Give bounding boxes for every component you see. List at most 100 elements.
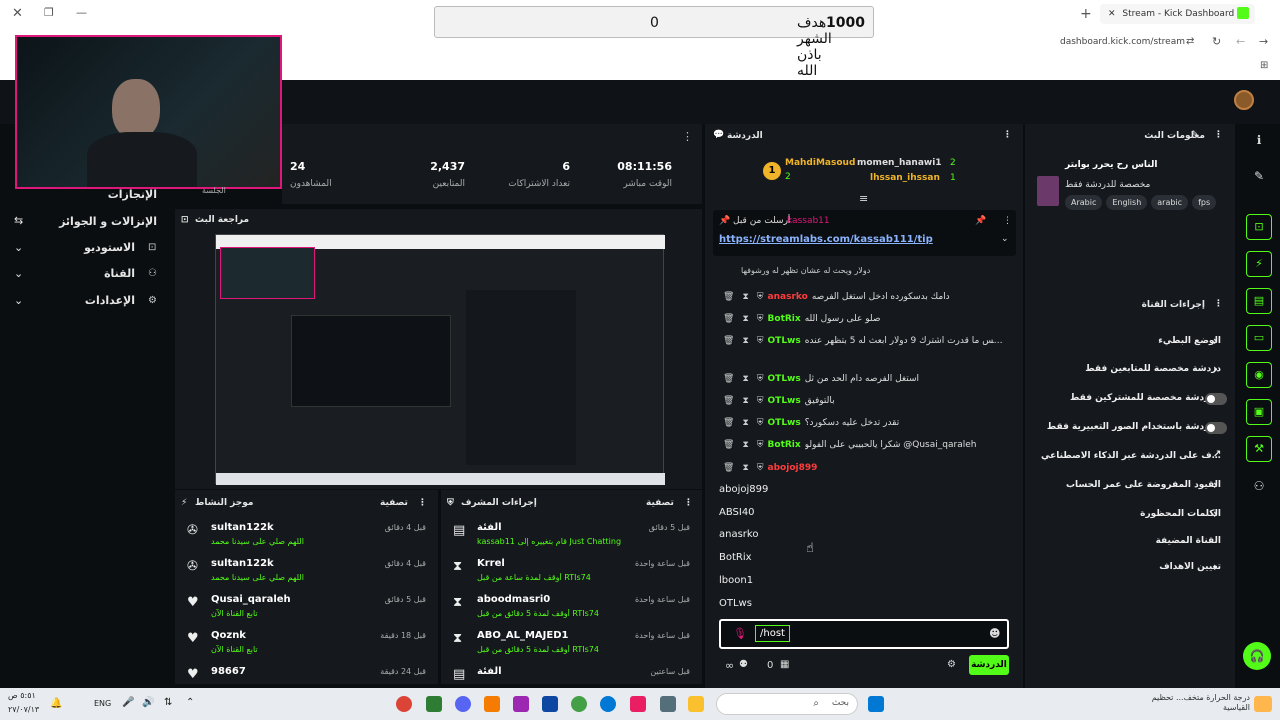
delete-icon[interactable]: 🗑	[723, 336, 734, 346]
sidebar-item-channel[interactable]: القناة	[104, 267, 135, 280]
chat-settings-icon[interactable]: ⚙	[947, 659, 956, 670]
file-explorer-icon[interactable]	[688, 696, 704, 712]
stream-preview-video[interactable]	[215, 234, 665, 485]
back-icon[interactable]: →	[1259, 35, 1268, 48]
chatsettings-menu-icon[interactable]: ⋮	[1214, 299, 1223, 309]
mic-icon[interactable]: 🎙	[733, 627, 747, 640]
clock-date[interactable]: ٢٧/٠٧/١٣	[8, 705, 39, 714]
chat-username[interactable]: OTLws	[768, 418, 801, 428]
timeout-icon[interactable]: ⧗	[742, 292, 748, 302]
chat-setting-row[interactable]: الوضع البطيء ›	[1033, 332, 1227, 352]
sidebar-item-settings[interactable]: الإعدادات	[85, 294, 135, 307]
tag[interactable]: fps	[1192, 195, 1217, 210]
sidebar-item-drops[interactable]: الإنزالات و الجوائز	[59, 215, 157, 228]
clipboard-icon[interactable]: ▤	[1246, 288, 1272, 314]
app-icon-round[interactable]	[571, 696, 587, 712]
timeout-icon[interactable]: ⧗	[742, 336, 748, 346]
chrome-icon[interactable]	[396, 696, 412, 712]
delete-icon[interactable]: 🗑	[723, 418, 734, 428]
mention-suggestion[interactable]: anasrko	[719, 529, 758, 540]
start-icon[interactable]	[868, 696, 884, 712]
timeout-icon[interactable]: ⧗	[742, 440, 748, 450]
top-gifter-3-name[interactable]: lhssan_ihssan	[870, 173, 940, 183]
sidebar-item-studio[interactable]: الاستوديو	[84, 241, 135, 254]
tag[interactable]: Arabic	[1065, 195, 1103, 210]
top-gifter-2-name[interactable]: momen_hanawi1	[857, 158, 942, 168]
chat-username[interactable]: abojoj899	[768, 463, 818, 473]
stats-menu-icon[interactable]: ⋮	[682, 130, 693, 143]
chat-username[interactable]: OTLws	[768, 374, 801, 384]
timeout-icon[interactable]: ⧗	[742, 418, 748, 428]
chat-setting-row[interactable]: الإشراف على الدردشة عبر الذكاء الاصطناعي…	[1033, 447, 1227, 467]
chevron-right-icon[interactable]: ›	[1213, 478, 1218, 492]
app-icon-gray[interactable]	[660, 696, 676, 712]
network-icon[interactable]: ⇅	[164, 697, 172, 708]
chat-setting-row[interactable]: الدردشة مخصصة للمشتركين فقط	[1033, 389, 1227, 409]
chevron-down-icon[interactable]: ⌄	[14, 294, 23, 307]
feed-row-name[interactable]: sultan122k	[211, 522, 274, 533]
chat-menu-icon[interactable]: ⋮	[1003, 130, 1012, 140]
new-tab-icon[interactable]: +	[1080, 6, 1092, 22]
restore-window-icon[interactable]: ❐	[44, 6, 54, 19]
feed-row-name[interactable]: Qoznk	[211, 630, 246, 641]
chat-setting-row[interactable]: القيود المفروضة على عمر الحساب ›	[1033, 476, 1227, 496]
feed-row-name[interactable]: aboodmasri0	[477, 594, 550, 605]
app-icon-pink[interactable]	[630, 696, 646, 712]
timeout-icon[interactable]: ⧗	[742, 314, 748, 324]
collapse-icon[interactable]: ≡	[859, 192, 868, 205]
chat-username[interactable]: OTLws	[768, 336, 801, 346]
feed-row-name[interactable]: Krrel	[477, 558, 505, 569]
mention-suggestion[interactable]: abojoj899	[719, 484, 768, 495]
reload-icon[interactable]: ↻	[1212, 35, 1221, 48]
pinned-menu-icon[interactable]: ⋮	[1003, 216, 1012, 226]
app-icon-purple[interactable]	[513, 696, 529, 712]
mention-suggestion[interactable]: BotRix	[719, 552, 752, 563]
help-icon[interactable]: 🎧	[1243, 642, 1271, 670]
users-icon[interactable]: ⚇	[1246, 474, 1272, 500]
edit-icon[interactable]: ✎	[1191, 130, 1199, 140]
clock-time[interactable]: ٥:٥١ ص	[8, 691, 36, 700]
tag[interactable]: arabic	[1151, 195, 1189, 210]
store-icon[interactable]	[542, 696, 558, 712]
chat-setting-row[interactable]: تعيين الأهداف ›	[1033, 558, 1227, 578]
chat-setting-row[interactable]: الدردشة باستخدام الصور التعبيرية فقط	[1033, 418, 1227, 438]
toggle-switch[interactable]	[1205, 422, 1227, 434]
feed-row-name[interactable]: الفئة	[477, 666, 502, 677]
modactions-filter-button[interactable]: تصفية	[646, 498, 674, 508]
camera-icon[interactable]: ⊡	[1246, 214, 1272, 240]
tag[interactable]: English	[1106, 195, 1148, 210]
sidebar-item-achievements[interactable]: الإنجازات	[108, 188, 157, 201]
delete-icon[interactable]: 🗑	[723, 374, 734, 384]
emoji-icon[interactable]: ☻	[989, 627, 1000, 640]
address-bar[interactable]: dashboard.kick.com/stream	[1060, 37, 1185, 47]
broadcast-icon[interactable]: ◉	[1246, 362, 1272, 388]
pinned-user[interactable]: kassab11	[787, 216, 830, 226]
feed-row-name[interactable]: Qusai_qaraleh	[211, 594, 291, 605]
feed-row-name[interactable]: sultan122k	[211, 558, 274, 569]
weather-widget[interactable]: درجة الحرارة متخف... تحظيم القياسية	[1150, 693, 1250, 715]
chat-setting-row[interactable]: الكلمات المحظورة ›	[1033, 505, 1227, 525]
close-tab-icon[interactable]: ✕	[1108, 9, 1116, 19]
hammer-icon[interactable]: ⚒	[1246, 436, 1272, 462]
close-window-icon[interactable]: ✕	[12, 6, 23, 21]
chat-input[interactable]: 🎙 /host ☻	[719, 619, 1009, 649]
app-icon-orange[interactable]	[484, 696, 500, 712]
volume-icon[interactable]: 🔊	[142, 697, 154, 708]
chat-setting-row[interactable]: القناة المضيفة	[1033, 532, 1227, 552]
notification-icon[interactable]: 🔔	[50, 698, 62, 709]
chat-bubble-icon[interactable]: ▭	[1246, 325, 1272, 351]
chat-username[interactable]: OTLws	[768, 396, 801, 406]
feed-row-name[interactable]: ABO_AL_MAJED1	[477, 630, 568, 641]
chat-username[interactable]: anasrko	[768, 292, 808, 302]
site-settings-icon[interactable]: ⇄	[1186, 36, 1194, 47]
delete-icon[interactable]: 🗑	[723, 292, 734, 302]
pinned-link[interactable]: https://streamlabs.com/kassab111/tip	[719, 234, 933, 245]
unpin-icon[interactable]: 📌	[975, 216, 986, 226]
pencil-icon[interactable]: ✎	[1246, 164, 1272, 190]
chat-setting-row[interactable]: دردشة مخصصة للمتابعين فقط ›	[1033, 360, 1227, 380]
delete-icon[interactable]: 🗑	[723, 463, 734, 473]
delete-icon[interactable]: 🗑	[723, 396, 734, 406]
chat-username[interactable]: BotRix	[768, 314, 801, 324]
feed-row-name[interactable]: الفئة	[477, 522, 502, 533]
mention-suggestion[interactable]: OTLws	[719, 598, 752, 609]
